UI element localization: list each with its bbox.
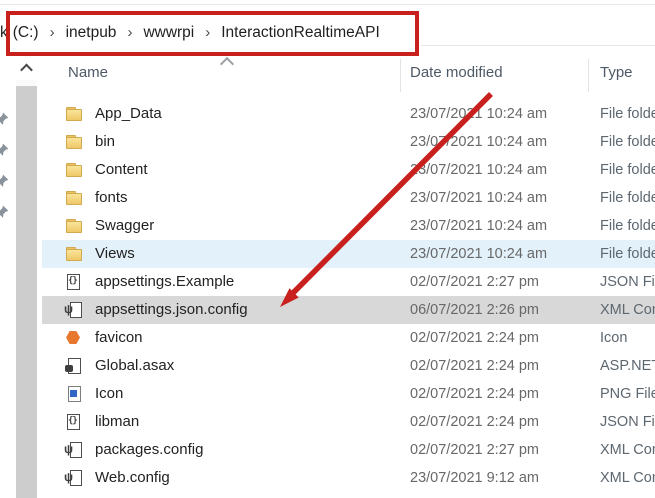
toolbar-divider xyxy=(0,4,655,5)
file-name: Icon xyxy=(95,385,123,402)
file-name: Swagger xyxy=(95,217,154,234)
config-file-icon xyxy=(65,469,82,486)
file-date-modified: 02/07/2021 2:27 pm xyxy=(410,274,539,290)
file-type: File folder xyxy=(600,190,655,206)
file-row[interactable]: App_Data 23/07/2021 10:24 am File folder xyxy=(42,100,655,128)
file-name: packages.config xyxy=(95,441,203,458)
file-explorer-window: { "annotations": { "accent_color": "#c82… xyxy=(0,0,655,498)
file-type: File folder xyxy=(600,106,655,122)
file-name: appsettings.json.config xyxy=(95,301,248,318)
breadcrumb-separator-icon: › xyxy=(205,24,210,41)
file-type: File folder xyxy=(600,134,655,150)
file-name: appsettings.Example xyxy=(95,273,234,290)
breadcrumb: k (C:) › inetpub › wwwrpi › InteractionR… xyxy=(0,13,380,53)
chevron-up-icon xyxy=(20,64,33,77)
folder-icon xyxy=(65,217,82,234)
file-date-modified: 06/07/2021 2:26 pm xyxy=(410,302,539,318)
file-date-modified: 02/07/2021 2:24 pm xyxy=(410,330,539,346)
file-row[interactable]: Swagger 23/07/2021 10:24 am File folder xyxy=(42,212,655,240)
file-name: fonts xyxy=(95,189,128,206)
column-header-type[interactable]: Type xyxy=(600,64,633,81)
folder-icon xyxy=(65,189,82,206)
favicon-icon xyxy=(65,329,82,346)
file-date-modified: 23/07/2021 10:24 am xyxy=(410,134,547,150)
file-row[interactable]: Icon 02/07/2021 2:24 pm PNG File xyxy=(42,380,655,408)
file-name: App_Data xyxy=(95,105,162,122)
file-type: ASP.NET Server Application xyxy=(600,358,655,374)
file-name: Global.asax xyxy=(95,357,174,374)
breadcrumb-separator-icon: › xyxy=(50,24,55,41)
file-type: Icon xyxy=(600,330,627,346)
file-row[interactable]: Web.config 23/07/2021 9:12 am XML Config… xyxy=(42,464,655,492)
file-name: Web.config xyxy=(95,469,170,486)
column-divider[interactable] xyxy=(588,59,589,92)
file-type: JSON File xyxy=(600,414,655,430)
file-date-modified: 02/07/2021 2:24 pm xyxy=(410,386,539,402)
file-row[interactable]: fonts 23/07/2021 10:24 am File folder xyxy=(42,184,655,212)
file-row-selected[interactable]: appsettings.json.config 06/07/2021 2:26 … xyxy=(42,296,655,324)
sort-ascending-icon xyxy=(220,57,234,71)
file-row[interactable]: appsettings.Example 02/07/2021 2:27 pm J… xyxy=(42,268,655,296)
file-date-modified: 02/07/2021 2:24 pm xyxy=(410,414,539,430)
breadcrumb-separator-icon: › xyxy=(127,24,132,41)
json-file-icon xyxy=(65,413,82,430)
file-row[interactable]: packages.config 02/07/2021 2:27 pm XML C… xyxy=(42,436,655,464)
file-name: bin xyxy=(95,133,115,150)
file-date-modified: 23/07/2021 10:24 am xyxy=(410,190,547,206)
column-header-name[interactable]: Name xyxy=(68,64,108,81)
scrollbar-thumb[interactable] xyxy=(16,86,37,498)
folder-icon xyxy=(65,105,82,122)
aspnet-file-icon xyxy=(65,357,82,374)
folder-icon xyxy=(65,245,82,262)
column-divider[interactable] xyxy=(400,59,401,92)
file-type: XML Configuration File xyxy=(600,442,655,458)
pushpin-icon[interactable] xyxy=(0,204,10,221)
file-row[interactable]: Content 23/07/2021 10:24 am File folder xyxy=(42,156,655,184)
file-date-modified: 23/07/2021 9:12 am xyxy=(410,470,539,486)
folder-icon xyxy=(65,161,82,178)
file-row[interactable]: favicon 02/07/2021 2:24 pm Icon xyxy=(42,324,655,352)
file-row[interactable]: Views 23/07/2021 10:24 am File folder xyxy=(42,240,655,268)
config-file-icon xyxy=(65,441,82,458)
address-bar-divider xyxy=(421,45,655,46)
file-type: XML Configuration File xyxy=(600,470,655,486)
file-row[interactable]: bin 23/07/2021 10:24 am File folder xyxy=(42,128,655,156)
png-file-icon xyxy=(65,385,82,402)
breadcrumb-segment-inetpub[interactable]: inetpub xyxy=(66,24,117,42)
file-name: favicon xyxy=(95,329,143,346)
scrollbar-up-button[interactable] xyxy=(16,57,37,80)
file-type: PNG File xyxy=(600,386,655,402)
pushpin-icon[interactable] xyxy=(0,142,10,159)
file-row[interactable]: Global.asax 02/07/2021 2:24 pm ASP.NET S… xyxy=(42,352,655,380)
file-type: XML Configuration File xyxy=(600,302,655,318)
file-list: App_Data 23/07/2021 10:24 am File folder… xyxy=(42,100,655,492)
folder-icon xyxy=(65,133,82,150)
file-type: File folder xyxy=(600,246,655,262)
file-name: libman xyxy=(95,413,139,430)
config-file-icon xyxy=(65,301,82,318)
file-date-modified: 23/07/2021 10:24 am xyxy=(410,106,547,122)
breadcrumb-clipped-text: k xyxy=(0,24,8,42)
column-header-date-modified[interactable]: Date modified xyxy=(410,64,503,81)
breadcrumb-segment-wwwrpi[interactable]: wwwrpi xyxy=(143,24,194,42)
file-date-modified: 23/07/2021 10:24 am xyxy=(410,246,547,262)
file-name: Views xyxy=(95,245,135,262)
file-type: File folder xyxy=(600,218,655,234)
json-file-icon xyxy=(65,273,82,290)
breadcrumb-segment-current-folder[interactable]: InteractionRealtimeAPI xyxy=(221,24,380,42)
pushpin-icon[interactable] xyxy=(0,111,10,128)
file-date-modified: 02/07/2021 2:24 pm xyxy=(410,358,539,374)
file-date-modified: 23/07/2021 10:24 am xyxy=(410,162,547,178)
file-date-modified: 02/07/2021 2:27 pm xyxy=(410,442,539,458)
file-name: Content xyxy=(95,161,148,178)
file-type: JSON File xyxy=(600,274,655,290)
pushpin-icon[interactable] xyxy=(0,173,10,190)
file-date-modified: 23/07/2021 10:24 am xyxy=(410,218,547,234)
breadcrumb-segment-drive[interactable]: (C:) xyxy=(13,24,39,42)
file-row[interactable]: libman 02/07/2021 2:24 pm JSON File xyxy=(42,408,655,436)
file-type: File folder xyxy=(600,162,655,178)
